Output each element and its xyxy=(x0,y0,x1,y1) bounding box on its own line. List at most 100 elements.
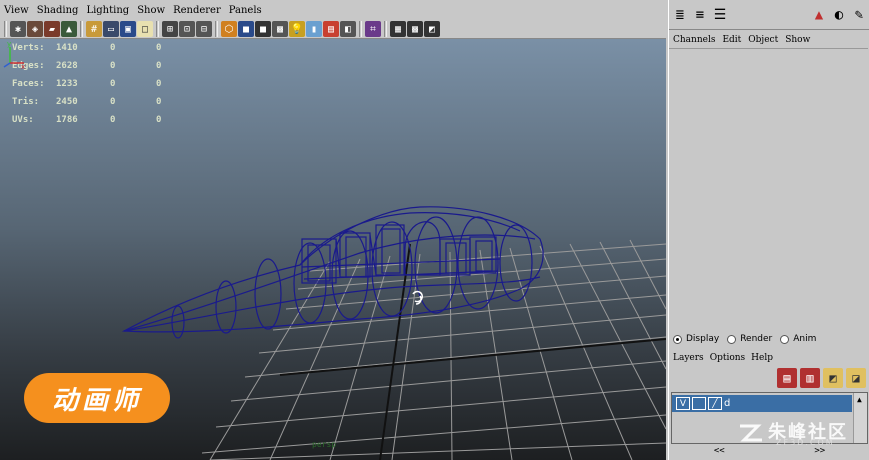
toolbar-separator xyxy=(80,21,83,37)
wireframe-on-shaded-icon[interactable]: ■ xyxy=(255,21,271,37)
panel-toolbar: ✱ ◈ ▰ ▲ # ▭ ▣ □ ⊞ ⊡ ⊟ ⬡ ■ ■ ▩ 💡 ▮ ▤ ◧ ⌗ … xyxy=(0,20,666,39)
shading-icon[interactable]: ◐ xyxy=(830,5,848,25)
safe-title-icon[interactable]: ⊟ xyxy=(196,21,212,37)
hud-row-verts: Verts: 1410 0 0 xyxy=(12,39,161,57)
image-plane-icon[interactable]: ▲ xyxy=(61,21,77,37)
hud-value: 0 xyxy=(156,79,162,89)
field-chart-icon[interactable]: ⊞ xyxy=(162,21,178,37)
scroll-left-button[interactable]: << xyxy=(714,446,725,460)
gate-mask-icon[interactable]: □ xyxy=(137,21,153,37)
3d-viewport[interactable]: Verts: 1410 0 0 Edges: 2628 0 0 Faces: 1… xyxy=(0,39,666,460)
shadows-icon[interactable]: ▮ xyxy=(306,21,322,37)
move-layer-up-icon[interactable]: ▤ xyxy=(777,368,797,388)
radio-icon xyxy=(727,334,737,344)
tab-display[interactable]: Display xyxy=(673,334,719,344)
grid-icon[interactable]: # xyxy=(86,21,102,37)
hud-icon[interactable]: ▦ xyxy=(390,21,406,37)
bookmark-icon[interactable]: ▰ xyxy=(44,21,60,37)
hud-value: 2628 xyxy=(56,61,78,71)
hud-value: 0 xyxy=(110,61,116,71)
layer-type-toggle[interactable] xyxy=(692,397,706,410)
poly-count-icon[interactable]: ◩ xyxy=(424,21,440,37)
layer-row[interactable]: V ╱ d xyxy=(672,395,852,412)
menu-panels[interactable]: Panels xyxy=(229,5,262,16)
frame-selection-icon[interactable]: ⌗ xyxy=(365,21,381,37)
isolate-select-icon[interactable]: ◧ xyxy=(340,21,356,37)
quick-layout-icon[interactable]: ▩ xyxy=(407,21,423,37)
menu-show[interactable]: Show xyxy=(785,35,810,45)
tab-anim[interactable]: Anim xyxy=(780,334,816,344)
hud-value: 0 xyxy=(156,61,162,71)
panel-scroll-nav: << >> xyxy=(669,446,869,460)
hud-value: 0 xyxy=(110,115,116,125)
hud-value: 0 xyxy=(110,79,116,89)
axis-gizmo-icon: y x xyxy=(3,40,25,69)
hud-row-faces: Faces: 1233 0 0 xyxy=(12,75,161,93)
resolution-gate-icon[interactable]: ▣ xyxy=(120,21,136,37)
hud-label: UVs: xyxy=(12,115,34,125)
hud-row-edges: Edges: 2628 0 0 xyxy=(12,57,161,75)
attribute-editor-toggle-icon[interactable]: ≡ xyxy=(691,5,709,25)
menu-options[interactable]: Options xyxy=(710,353,745,363)
new-layer-from-selection-icon[interactable]: ◪ xyxy=(846,368,866,388)
menu-object[interactable]: Object xyxy=(748,35,778,45)
logo-badge: 动画师 xyxy=(24,373,170,423)
layers-menubar: Layers Options Help xyxy=(669,350,869,366)
film-gate-icon[interactable]: ▭ xyxy=(103,21,119,37)
toolbar-separator xyxy=(215,21,218,37)
channel-box-toggle-icon[interactable]: ≣ xyxy=(671,5,689,25)
select-camera-icon[interactable]: ✱ xyxy=(10,21,26,37)
scroll-right-button[interactable]: >> xyxy=(814,446,825,460)
hud-value: 0 xyxy=(156,43,162,53)
hud-value: 1410 xyxy=(56,43,78,53)
smooth-shade-icon[interactable]: ■ xyxy=(238,21,254,37)
hud-value: 0 xyxy=(156,115,162,125)
grid-x-axis xyxy=(279,338,666,376)
menu-help[interactable]: Help xyxy=(751,353,773,363)
watermark-site: ZF3D.COM xyxy=(776,438,835,447)
sculpt-icon[interactable]: ▲ xyxy=(810,5,828,25)
tab-label: Anim xyxy=(793,334,817,344)
textured-icon[interactable]: ▩ xyxy=(272,21,288,37)
menu-shading[interactable]: Shading xyxy=(37,5,79,16)
menu-layers[interactable]: Layers xyxy=(673,353,704,363)
lighting-icon[interactable]: 💡 xyxy=(289,21,305,37)
svg-text:x: x xyxy=(21,63,25,69)
watermark-logo-icon xyxy=(740,424,762,442)
svg-text:y: y xyxy=(7,40,11,48)
new-layer-icon[interactable]: ◩ xyxy=(823,368,843,388)
wireframe-icon[interactable]: ⬡ xyxy=(221,21,237,37)
move-layer-down-icon[interactable]: ▥ xyxy=(800,368,820,388)
hud-value: 0 xyxy=(110,43,116,53)
layer-mode-tabs: Display Render Anim xyxy=(669,330,869,348)
tool-settings-toggle-icon[interactable]: ☰ xyxy=(711,5,729,25)
hud-label: Tris: xyxy=(12,97,40,107)
menu-lighting[interactable]: Lighting xyxy=(86,5,129,16)
hud-row-uvs: UVs: 1786 0 0 xyxy=(12,111,161,129)
side-toolbar: ≣ ≡ ☰ ▲ ◐ ✎ xyxy=(669,0,869,30)
channel-box-panel: ≣ ≡ ☰ ▲ ◐ ✎ Channels Edit Object Show Di… xyxy=(668,0,869,460)
menu-show[interactable]: Show xyxy=(137,5,165,16)
layer-name[interactable]: d xyxy=(724,398,730,409)
channel-box[interactable] xyxy=(669,48,868,324)
hud-value: 1233 xyxy=(56,79,78,89)
toolbar-separator xyxy=(359,21,362,37)
layer-visibility-toggle[interactable]: V xyxy=(676,397,690,410)
layer-color-swatch[interactable]: ╱ xyxy=(708,397,722,410)
menu-edit[interactable]: Edit xyxy=(722,35,741,45)
hud-value: 0 xyxy=(156,97,162,107)
tab-render[interactable]: Render xyxy=(727,334,772,344)
menu-view[interactable]: View xyxy=(4,5,29,16)
hud-value: 0 xyxy=(110,97,116,107)
scroll-up-icon[interactable]: ▲ xyxy=(857,395,862,404)
layer-scrollbar[interactable]: ▲ xyxy=(853,393,867,443)
snap-icon[interactable]: ✎ xyxy=(850,5,868,25)
safe-action-icon[interactable]: ⊡ xyxy=(179,21,195,37)
xray-icon[interactable]: ▤ xyxy=(323,21,339,37)
tab-label: Display xyxy=(686,334,720,344)
camera-attributes-icon[interactable]: ◈ xyxy=(27,21,43,37)
poly-count-hud: Verts: 1410 0 0 Edges: 2628 0 0 Faces: 1… xyxy=(12,39,161,129)
menu-renderer[interactable]: Renderer xyxy=(173,5,221,16)
menu-channels[interactable]: Channels xyxy=(673,35,715,45)
toolbar-separator xyxy=(4,21,7,37)
